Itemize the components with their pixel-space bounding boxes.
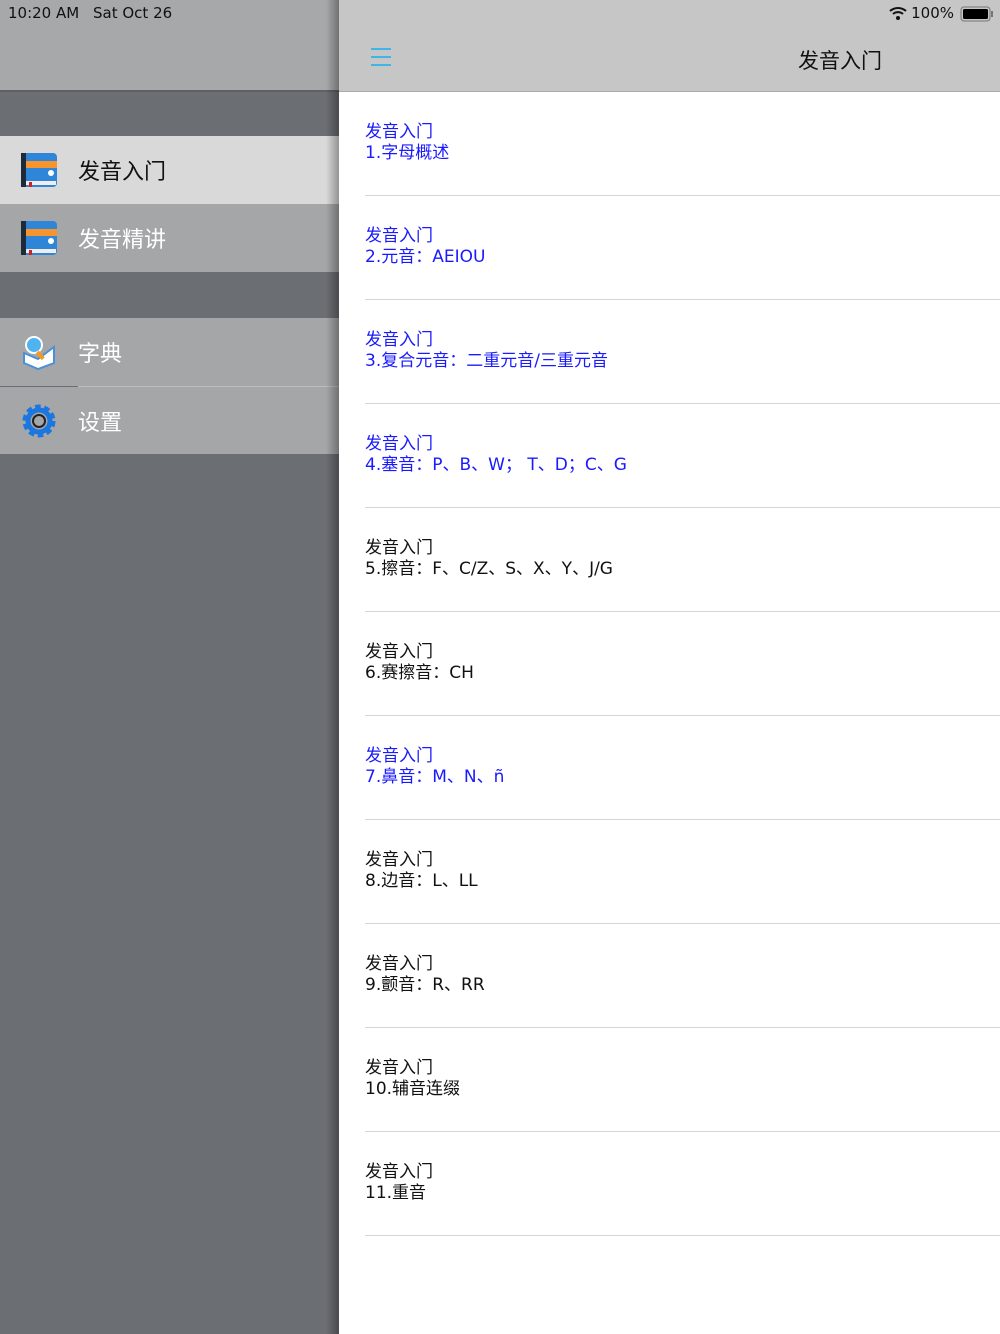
list-item-title: 4.塞音：P、B、W； T、D；C、G — [365, 455, 627, 475]
book-icon — [19, 218, 59, 258]
list-item-title: 5.擦音：F、C/Z、S、X、Y、J/G — [365, 559, 613, 579]
battery-percent: 100% — [911, 4, 954, 22]
list-item-section: 发音入门 — [365, 850, 433, 870]
list-item-section: 发音入门 — [365, 434, 433, 454]
list-item-section: 发音入门 — [365, 954, 433, 974]
dictionary-search-icon — [19, 332, 59, 372]
list-item-section: 发音入门 — [365, 1162, 433, 1182]
sidebar-item-label: 设置 — [78, 410, 123, 436]
list-item[interactable]: 发音入门 11.重音 — [365, 1132, 1000, 1236]
sidebar-item-label: 字典 — [78, 342, 123, 367]
sidebar-header: 10:20 AM Sat Oct 26 — [0, 0, 340, 92]
battery-icon — [960, 6, 993, 22]
sidebar-item-pronunciation-detail[interactable]: 发音精讲 — [0, 204, 340, 272]
sidebar-item-settings[interactable]: 设置 — [0, 387, 340, 454]
book-icon — [19, 150, 59, 190]
list-item-section: 发音入门 — [365, 122, 433, 142]
list-item-section: 发音入门 — [365, 330, 433, 350]
navigation-bar: 100% 发音入门 — [339, 0, 1000, 92]
list-item-title: 6.赛擦音：CH — [365, 663, 474, 683]
main-panel: 100% 发音入门 发音入门 1.字母概述 发音入门 2.元音：AEIOU 发音入门 3.… — [339, 0, 1000, 1334]
sidebar-item-pronunciation-intro[interactable]: 发音入门 — [0, 136, 340, 204]
list-item-title: 8.边音：L、LL — [365, 871, 478, 891]
gear-icon — [19, 401, 59, 441]
sidebar-item-label: 发音入门 — [78, 160, 167, 185]
list-item-title: 10.辅音连缀 — [365, 1079, 461, 1099]
list-item-section: 发音入门 — [365, 226, 433, 246]
list-item[interactable]: 发音入门 8.边音：L、LL — [365, 820, 1000, 924]
list-item-section: 发音入门 — [365, 746, 433, 766]
page-title: 发音入门 — [798, 49, 882, 73]
wifi-icon — [889, 7, 907, 20]
list-item-title: 9.颤音：R、RR — [365, 975, 485, 995]
list-item[interactable]: 发音入门 10.辅音连缀 — [365, 1028, 1000, 1132]
list-item-title: 11.重音 — [365, 1183, 427, 1203]
list-item-title: 7.鼻音：M、N、ñ — [365, 767, 505, 787]
list-item-section: 发音入门 — [365, 1058, 433, 1078]
list-item[interactable]: 发音入门 6.赛擦音：CH — [365, 612, 1000, 716]
list-item-section: 发音入门 — [365, 538, 433, 558]
list-item[interactable]: 发音入门 9.颤音：R、RR — [365, 924, 1000, 1028]
lesson-list: 发音入门 1.字母概述 发音入门 2.元音：AEIOU 发音入门 3.复合元音：二重元音/… — [339, 92, 1000, 1236]
list-item[interactable]: 发音入门 4.塞音：P、B、W； T、D；C、G — [365, 404, 1000, 508]
list-item-title: 3.复合元音：二重元音/三重元音 — [365, 351, 608, 371]
list-item[interactable]: 发音入门 5.擦音：F、C/Z、S、X、Y、J/G — [365, 508, 1000, 612]
list-item[interactable]: 发音入门 7.鼻音：M、N、ñ — [365, 716, 1000, 820]
status-date: Sat Oct 26 — [93, 4, 173, 22]
list-item[interactable]: 发音入门 2.元音：AEIOU — [365, 196, 1000, 300]
status-time: 10:20 AM — [8, 4, 80, 22]
list-item[interactable]: 发音入门 1.字母概述 — [365, 92, 1000, 196]
list-item-section: 发音入门 — [365, 642, 433, 662]
list-item-title: 1.字母概述 — [365, 143, 450, 163]
sidebar: 10:20 AM Sat Oct 26 发音入门 发音精讲 字典 设置 — [0, 0, 340, 1334]
list-item-title: 2.元音：AEIOU — [365, 247, 486, 267]
list-item[interactable]: 发音入门 3.复合元音：二重元音/三重元音 — [365, 300, 1000, 404]
sidebar-item-label: 发音精讲 — [78, 228, 167, 253]
sidebar-item-dictionary[interactable]: 字典 — [0, 318, 340, 386]
